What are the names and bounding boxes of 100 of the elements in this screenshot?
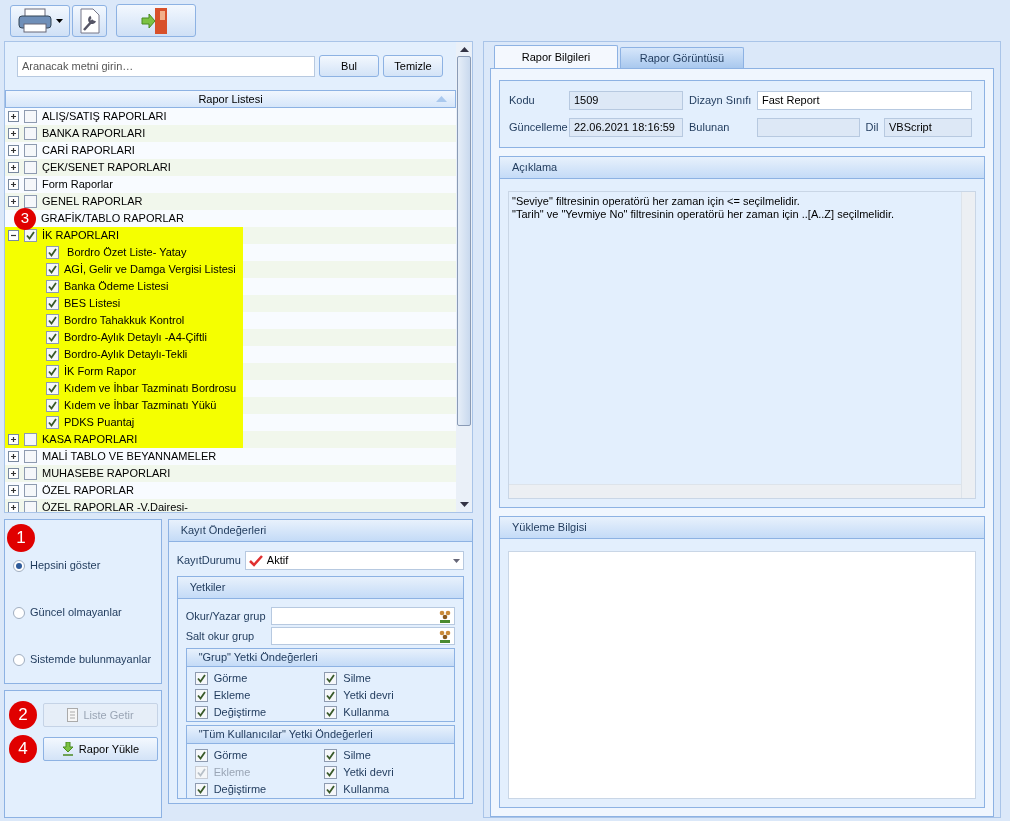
checkbox[interactable] <box>24 467 37 480</box>
checkbox[interactable] <box>24 450 37 463</box>
tree-row[interactable]: AGİ, Gelir ve Damga Vergisi Listesi <box>5 261 243 278</box>
checkbox[interactable] <box>324 671 338 685</box>
checkbox[interactable] <box>194 688 208 702</box>
checkbox[interactable] <box>24 178 37 191</box>
tab[interactable]: Rapor Görüntüsü <box>620 47 744 68</box>
checkbox[interactable] <box>24 110 37 123</box>
checkbox[interactable] <box>24 484 37 497</box>
checkbox[interactable] <box>46 382 59 395</box>
print-button[interactable] <box>10 4 70 37</box>
checkbox[interactable] <box>324 765 338 779</box>
expand-icon[interactable] <box>8 162 19 173</box>
radio-button[interactable] <box>13 653 25 666</box>
radio-button[interactable] <box>13 559 25 572</box>
column-header[interactable]: Rapor Listesi <box>5 90 456 108</box>
checkbox[interactable] <box>24 161 37 174</box>
checkbox[interactable] <box>46 331 59 344</box>
radio-button[interactable] <box>13 606 25 619</box>
tree-item-label: MUHASEBE RAPORLARI <box>42 466 171 482</box>
tree-row[interactable]: İK Form Rapor <box>5 363 243 380</box>
expand-icon[interactable] <box>8 502 19 512</box>
tree-row[interactable]: Bordro-Aylık Detaylı-Tekli <box>5 346 243 363</box>
expand-icon[interactable] <box>8 485 19 496</box>
horizontal-scrollbar[interactable] <box>509 484 961 498</box>
checkbox[interactable] <box>194 748 208 762</box>
checkbox[interactable] <box>24 501 37 512</box>
expand-icon[interactable] <box>8 434 19 445</box>
checkbox[interactable] <box>46 416 59 429</box>
tree-row[interactable]: Form Raporlar <box>5 176 243 193</box>
expand-icon[interactable] <box>8 128 19 139</box>
field-label: KayıtDurumu <box>176 553 241 569</box>
language-field[interactable]: VBScript <box>884 118 972 137</box>
checkbox[interactable] <box>194 782 208 796</box>
checkbox[interactable] <box>24 127 37 140</box>
tree-row[interactable]: CARİ RAPORLARI <box>5 142 243 159</box>
checkbox-label: Görme <box>213 670 248 686</box>
tree-row[interactable]: Bordro-Aylık Detaylı -A4-Çiftli <box>5 329 243 346</box>
checkbox[interactable] <box>324 748 338 762</box>
tree-item-label: ALIŞ/SATIŞ RAPORLARI <box>42 109 167 125</box>
checkbox[interactable] <box>46 280 59 293</box>
design-class-field[interactable]: Fast Report <box>757 91 972 110</box>
checkbox[interactable] <box>46 365 59 378</box>
checkbox[interactable] <box>46 314 59 327</box>
tree-row[interactable]: KASA RAPORLARI <box>5 431 243 448</box>
tree-row[interactable]: GRAFİK/TABLO RAPORLAR <box>41 210 243 227</box>
expand-icon[interactable] <box>8 196 19 207</box>
tree-item-label: AGİ, Gelir ve Damga Vergisi Listesi <box>64 262 236 278</box>
tree-row[interactable]: ÖZEL RAPORLAR <box>5 482 243 499</box>
checkbox[interactable] <box>24 229 37 242</box>
panel-title: "Tüm Kullanıcılar" Yetki Öndeğerleri <box>186 726 454 744</box>
radio-option[interactable]: Güncel olmayanlar <box>13 604 161 621</box>
checkbox[interactable] <box>46 246 59 259</box>
radio-option[interactable]: Sistemde bulunmayanlar <box>13 651 161 668</box>
tab[interactable]: Rapor Bilgileri <box>494 45 618 68</box>
group-field[interactable] <box>270 627 455 645</box>
checkbox[interactable] <box>46 348 59 361</box>
code-field[interactable]: 1509 <box>569 91 683 110</box>
action-button[interactable]: Rapor Yükle <box>43 737 158 761</box>
vertical-scrollbar[interactable] <box>961 192 975 498</box>
tree-row[interactable]: ALIŞ/SATIŞ RAPORLARI <box>5 108 243 125</box>
expand-icon[interactable] <box>8 468 19 479</box>
radio-option[interactable]: Hepsini göster <box>13 557 161 574</box>
updated-field[interactable]: 22.06.2021 18:16:59 <box>569 118 683 137</box>
expand-icon[interactable] <box>8 145 19 156</box>
checkbox[interactable] <box>24 195 37 208</box>
tree-row[interactable]: İK RAPORLARI <box>5 227 243 244</box>
checkbox[interactable] <box>194 671 208 685</box>
checkbox[interactable] <box>194 705 208 719</box>
expand-icon[interactable] <box>8 451 19 462</box>
status-dropdown[interactable]: Aktif <box>244 551 464 570</box>
search-button[interactable]: Temizle <box>383 55 443 77</box>
tree-row[interactable]: Banka Ödeme Listesi <box>5 278 243 295</box>
tree-row[interactable]: Kıdem ve İhbar Tazminatı Bordrosu <box>5 380 243 397</box>
tree-row[interactable]: MALİ TABLO VE BEYANNAMELER <box>5 448 243 465</box>
checkbox[interactable] <box>24 433 37 446</box>
group-field[interactable] <box>270 607 455 625</box>
description-box[interactable]: "Seviye" filtresinin operatörü her zaman için <= seçilmelidir. "Tarih" ve "Yevmiye No" filtresinin operatörü her zaman için ..[A..Z] seçilmelidir. <box>508 191 976 499</box>
tree-row[interactable]: PDKS Puantaj <box>5 414 243 431</box>
search-button[interactable]: Bul <box>319 55 379 77</box>
checkbox[interactable] <box>46 297 59 310</box>
checkbox[interactable] <box>324 688 338 702</box>
checkbox[interactable] <box>324 705 338 719</box>
tree-row[interactable]: BES Listesi <box>5 295 243 312</box>
collapse-icon[interactable] <box>8 230 19 241</box>
tree-row[interactable]: Bordro Özet Liste- Yatay <box>5 244 243 261</box>
scrollbar[interactable] <box>456 42 472 512</box>
tree-item-label: CARİ RAPORLARI <box>42 143 135 159</box>
expand-icon[interactable] <box>8 111 19 122</box>
tree-row[interactable]: Kıdem ve İhbar Tazminatı Yükü <box>5 397 243 414</box>
report-settings-button[interactable] <box>72 4 107 37</box>
search-field[interactable]: Aranacak metni girin… <box>17 55 315 77</box>
checkbox[interactable] <box>24 144 37 157</box>
checkbox[interactable] <box>324 782 338 796</box>
checkbox[interactable] <box>46 263 59 276</box>
found-field[interactable] <box>757 118 860 137</box>
exit-button[interactable] <box>116 4 196 37</box>
checkbox[interactable] <box>46 399 59 412</box>
expand-icon[interactable] <box>8 179 19 190</box>
tree-row[interactable]: Bordro Tahakkuk Kontrol <box>5 312 243 329</box>
